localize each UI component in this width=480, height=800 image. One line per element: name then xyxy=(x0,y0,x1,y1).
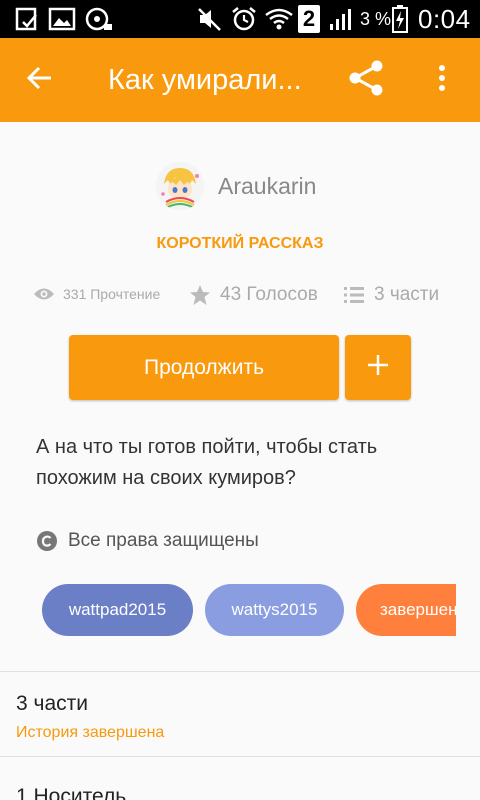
media-icon xyxy=(84,6,114,37)
status-bar: 2 3 % 0:04 xyxy=(0,0,480,38)
notification-icon xyxy=(14,6,40,37)
star-icon xyxy=(189,284,211,306)
mute-icon xyxy=(196,6,224,37)
battery-percent: 3 % xyxy=(360,9,392,29)
story-status: История завершена xyxy=(16,724,165,741)
back-arrow-icon xyxy=(25,63,55,98)
add-to-library-button[interactable] xyxy=(345,335,411,400)
story-title: Как умирали... xyxy=(108,64,302,96)
story-stats: 331 Прочтение 43 Голосов 3 части xyxy=(0,284,480,312)
clock: 0:04 xyxy=(418,4,471,34)
more-vert-icon xyxy=(438,64,446,97)
table-of-contents-row[interactable]: 3 части История завершена xyxy=(0,672,480,756)
continue-reading-button[interactable]: Продолжить xyxy=(69,335,339,400)
tag-list: wattpad2015 wattys2015 завершен xyxy=(42,584,456,636)
signal-icon xyxy=(328,6,354,37)
story-description: А на что ты готов пойти, чтобы стать пох… xyxy=(36,436,378,489)
tag-chip[interactable]: завершен xyxy=(356,584,456,636)
votes-stat: 43 Голосов xyxy=(189,284,318,306)
sim-badge: 2 xyxy=(298,5,320,33)
tag-chip[interactable]: wattpad2015 xyxy=(42,584,193,636)
story-category: КОРОТКИЙ РАССКАЗ xyxy=(156,235,324,252)
alarm-icon xyxy=(230,6,258,37)
parts-title: 3 части xyxy=(16,692,88,715)
eye-icon xyxy=(33,286,55,302)
avatar[interactable] xyxy=(156,162,204,210)
more-options-button[interactable] xyxy=(420,56,464,104)
author[interactable]: Araukarin xyxy=(156,160,316,212)
next-section-title: 1 Носитель xyxy=(16,785,127,800)
tag-chip[interactable]: wattys2015 xyxy=(205,584,344,636)
copyright-notice: Все права защищены xyxy=(36,528,259,554)
list-icon xyxy=(344,286,364,304)
wifi-icon xyxy=(264,6,294,37)
back-button[interactable] xyxy=(14,56,66,104)
reads-count: 331 Прочтение xyxy=(63,286,161,302)
votes-count: 43 Голосов xyxy=(220,284,318,305)
gallery-icon xyxy=(48,6,76,37)
next-section-row[interactable]: 1 Носитель xyxy=(0,757,480,800)
author-name[interactable]: Araukarin xyxy=(218,173,316,200)
share-button[interactable] xyxy=(340,56,392,104)
parts-count: 3 части xyxy=(374,284,440,305)
parts-stat: 3 части xyxy=(344,284,439,306)
copyright-icon xyxy=(36,530,58,552)
battery-icon xyxy=(392,5,408,38)
share-icon xyxy=(346,58,386,103)
copyright-text: Все права защищены xyxy=(68,530,259,551)
plus-icon xyxy=(367,354,389,381)
reads-stat: 331 Прочтение xyxy=(33,286,160,302)
app-bar: Как умирали... xyxy=(0,38,480,122)
